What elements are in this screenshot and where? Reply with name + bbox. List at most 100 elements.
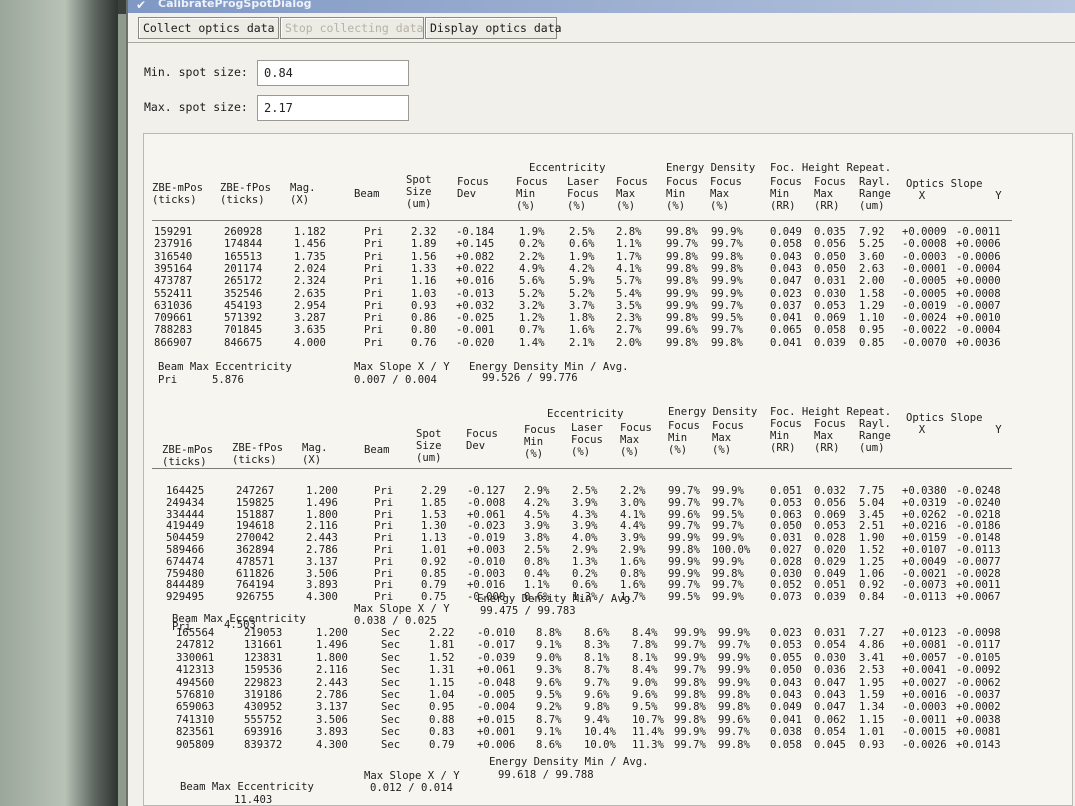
- cell-ecc-focus-max: 3.5%: [616, 299, 642, 312]
- cell-mag: 1.456: [294, 238, 326, 251]
- tab-collect-optics-data[interactable]: Collect optics data: [138, 17, 279, 39]
- cell-ecc-laser-focus: 8.7%: [584, 664, 610, 677]
- cell-mag: 1.800: [306, 508, 338, 521]
- cell-ecc-laser-focus: 4.2%: [569, 262, 595, 275]
- cell-rayl-range: 2.51: [859, 520, 885, 533]
- cell-ecc-laser-focus: 3.9%: [572, 496, 598, 509]
- cell-zbe-mpos: 412313: [176, 664, 215, 677]
- cell-zbe-fpos: 165513: [224, 250, 263, 263]
- min-spot-size-input[interactable]: 0.84: [257, 60, 409, 86]
- cell-beam: Pri: [364, 275, 384, 288]
- cell-spot-size: 0.79: [421, 579, 447, 592]
- energy-density-label: Energy Density Min / Avg.: [489, 756, 649, 768]
- cell-ed-focus-min: 99.9%: [668, 532, 700, 545]
- cell-ecc-focus-max: 4.4%: [620, 520, 646, 533]
- cell-zbe-fpos: 219053: [244, 627, 283, 639]
- cell-zbe-mpos: 164425: [166, 485, 205, 497]
- cell-ed-focus-min: 99.8%: [666, 312, 698, 325]
- cell-zbe-mpos: 741310: [176, 713, 215, 726]
- cell-ed-focus-max: 99.8%: [718, 701, 750, 714]
- col-beam: Beam: [364, 444, 390, 456]
- cell-fh-focus-max: 0.031: [814, 275, 846, 288]
- col-ed-focus-max: Focus Max (%): [710, 176, 742, 213]
- col-ed-focus-min: Focus Min (%): [666, 176, 698, 213]
- col-ed-focus-max: Focus Max (%): [712, 420, 744, 457]
- cell-spot-size: 0.93: [411, 299, 437, 312]
- cell-focus-dev: -0.003: [467, 567, 506, 580]
- cell-ecc-focus-max: 2.3%: [616, 312, 642, 325]
- cell-mag: 2.786: [316, 689, 348, 701]
- cell-ed-focus-min: 99.7%: [668, 520, 700, 533]
- cell-beam: Sec: [381, 726, 401, 739]
- cell-fh-focus-min: 0.031: [770, 532, 802, 545]
- cell-zbe-fpos: 478571: [236, 555, 275, 568]
- cell-ecc-laser-focus: 2.1%: [569, 336, 595, 349]
- cell-spot-size: 1.04: [429, 689, 455, 701]
- cell-beam: Pri: [374, 579, 394, 592]
- cell-mag: 1.496: [316, 639, 348, 652]
- cell-zbe-fpos: 846675: [224, 336, 263, 349]
- cell-slope-x: +0.0216: [902, 520, 947, 533]
- max-spot-size-input[interactable]: 2.17: [257, 95, 409, 121]
- cell-fh-focus-min: 0.043: [770, 250, 802, 263]
- cell-ecc-focus-max: 0.8%: [620, 567, 646, 580]
- max-slope-value: 0.012 / 0.014: [370, 782, 453, 794]
- cell-slope-x: +0.0380: [902, 485, 947, 497]
- cell-zbe-mpos: 419449: [166, 520, 205, 533]
- cell-fh-focus-min: 0.049: [770, 701, 802, 714]
- cell-ecc-laser-focus: 2.5%: [572, 485, 598, 497]
- cell-spot-size: 1.13: [421, 532, 447, 545]
- tab-display-optics-data[interactable]: Display optics data: [425, 17, 562, 39]
- cell-ecc-focus-max: 3.9%: [620, 532, 646, 545]
- cell-ecc-laser-focus: 1.6%: [569, 324, 595, 337]
- cell-ecc-focus-max: 2.9%: [620, 544, 646, 556]
- cell-ecc-focus-max: 8.4%: [632, 627, 658, 639]
- cell-beam: Pri: [364, 312, 384, 325]
- cell-spot-size: 1.81: [429, 639, 455, 652]
- col-spot-size: Spot Size (um): [406, 174, 432, 211]
- cell-ecc-focus-max: 9.0%: [632, 676, 658, 689]
- cell-fh-focus-min: 0.023: [770, 287, 802, 300]
- cell-spot-size: 1.03: [411, 287, 437, 300]
- cell-ed-focus-max: 99.7%: [718, 639, 750, 652]
- cell-rayl-range: 2.53: [859, 664, 885, 677]
- energy-density-group-label: Energy Density: [668, 406, 758, 418]
- cell-slope-y: -0.0004: [956, 262, 1001, 275]
- optics-results-panel[interactable]: Eccentricity Energy Density Foc. Height …: [143, 133, 1073, 806]
- cell-zbe-fpos: 194618: [236, 520, 275, 533]
- cell-ed-focus-min: 99.9%: [668, 555, 700, 568]
- cell-ed-focus-min: 99.7%: [668, 579, 700, 592]
- col-ecc-focus-min: Focus Min (%): [524, 424, 556, 461]
- cell-mag: 2.116: [316, 664, 348, 677]
- cell-ed-focus-max: 99.9%: [718, 627, 750, 639]
- cell-fh-focus-max: 0.069: [814, 312, 846, 325]
- title-bar[interactable]: ✔ CalibrateProgSpotDialog: [128, 0, 1075, 13]
- cell-zbe-fpos: 430952: [244, 701, 283, 714]
- cell-zbe-fpos: 123831: [244, 651, 283, 664]
- cell-slope-y: +0.0036: [956, 336, 1001, 349]
- cell-ed-focus-max: 99.7%: [712, 496, 744, 509]
- max-slope-label: Max Slope X / Y: [354, 603, 450, 615]
- cell-slope-x: -0.0019: [902, 299, 947, 312]
- cell-focus-dev: +0.001: [477, 726, 516, 739]
- cell-ed-focus-max: 99.9%: [712, 485, 744, 497]
- col-rayl-range: Rayl. Range (um): [859, 176, 891, 213]
- cell-focus-dev: +0.022: [456, 262, 495, 275]
- cell-ecc-focus-min: 4.5%: [524, 508, 550, 521]
- cell-ed-focus-min: 99.8%: [666, 226, 698, 238]
- cell-ed-focus-max: 99.9%: [711, 275, 743, 288]
- cell-ecc-focus-max: 2.0%: [616, 336, 642, 349]
- cell-ed-focus-max: 99.8%: [718, 689, 750, 701]
- cell-slope-x: -0.0015: [902, 726, 947, 739]
- cell-focus-dev: +0.006: [477, 738, 516, 751]
- cell-fh-focus-max: 0.020: [814, 544, 846, 556]
- cell-slope-x: +0.0159: [902, 532, 947, 545]
- tab-stop-collecting-data[interactable]: Stop collecting data: [280, 17, 424, 39]
- cell-ecc-focus-max: 7.8%: [632, 639, 658, 652]
- cell-spot-size: 0.88: [429, 713, 455, 726]
- cell-slope-y: +0.0067: [956, 591, 1001, 604]
- cell-fh-focus-max: 0.036: [814, 664, 846, 677]
- cell-ecc-focus-min: 0.2%: [519, 238, 545, 251]
- cell-ecc-laser-focus: 5.9%: [569, 275, 595, 288]
- cell-spot-size: 0.76: [411, 336, 437, 349]
